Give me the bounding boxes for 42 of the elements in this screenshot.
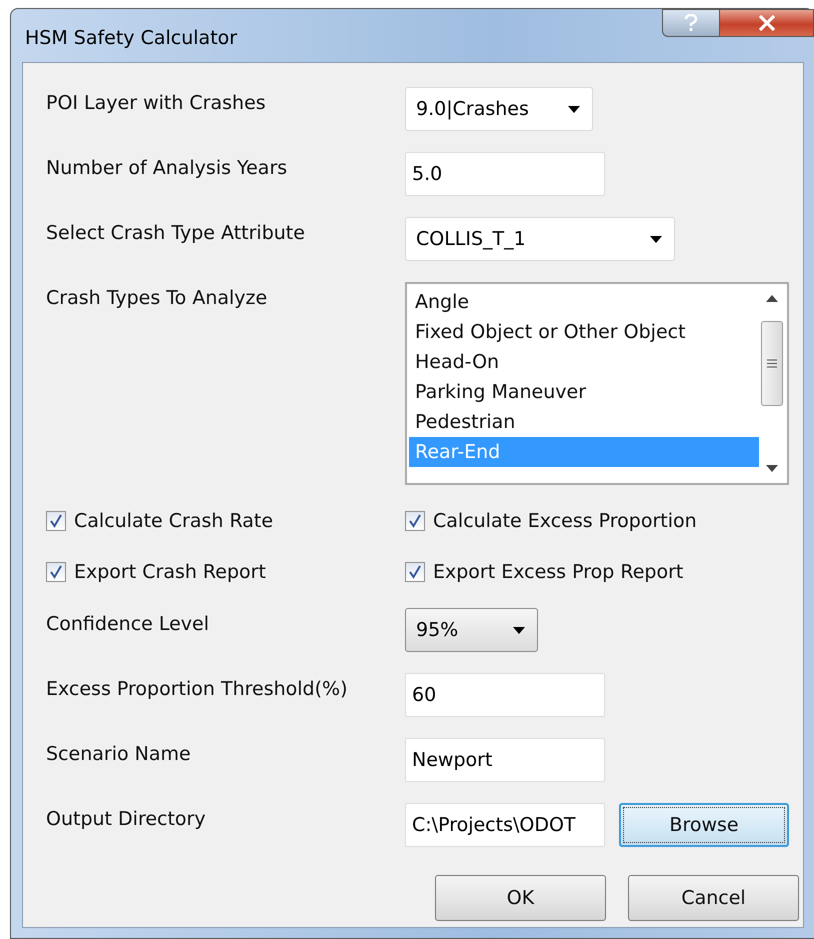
list-item[interactable]: Parking Maneuver <box>409 377 759 407</box>
field-label: Crash Types To Analyze <box>46 286 268 309</box>
list-item[interactable]: Pedestrian <box>409 407 759 437</box>
field-label: Excess Proportion Threshold(%) <box>46 677 348 700</box>
checkbox-option[interactable]: Calculate Crash Rate <box>46 506 405 536</box>
caret-icon <box>650 236 662 242</box>
field-label: Select Crash Type Attribute <box>46 221 306 244</box>
checkbox[interactable] <box>405 511 425 531</box>
dropdown[interactable]: 95% <box>405 608 538 652</box>
input-field[interactable]: 5.0 <box>405 152 605 196</box>
scroll-thumb[interactable] <box>761 321 783 406</box>
window-title: HSM Safety Calculator <box>24 26 238 48</box>
dialog-button[interactable]: OK <box>435 875 606 921</box>
scroll-up-icon[interactable] <box>766 295 778 302</box>
field-label: POI Layer with Crashes <box>46 91 267 114</box>
caret-icon <box>513 626 525 634</box>
browse-button[interactable]: Browse <box>619 803 789 847</box>
help-icon <box>684 14 698 32</box>
list-item[interactable]: Head-On <box>409 347 759 377</box>
dropdown[interactable]: 9.0|Crashes <box>405 87 593 131</box>
field-label: Scenario Name <box>46 742 192 765</box>
close-button[interactable] <box>720 9 814 37</box>
scroll-down-icon[interactable] <box>766 465 778 472</box>
checkbox-option[interactable]: Calculate Excess Proportion <box>405 506 697 536</box>
field-label: Confidence Level <box>46 612 210 635</box>
checkbox[interactable] <box>46 562 66 582</box>
list-item[interactable]: Fixed Object or Other Object <box>409 317 759 347</box>
input-field[interactable]: Newport <box>405 738 605 782</box>
checkbox-option[interactable]: Export Crash Report <box>46 557 405 587</box>
checkbox[interactable] <box>46 511 66 531</box>
list-item[interactable]: Angle <box>409 287 759 317</box>
input-field[interactable]: 60 <box>405 673 605 717</box>
input-field[interactable]: C:\Projects\ODOT <box>405 803 605 847</box>
dialog-button[interactable]: Cancel <box>628 875 799 921</box>
checkbox[interactable] <box>405 562 425 582</box>
field-label: Number of Analysis Years <box>46 156 288 179</box>
checkbox-option[interactable]: Export Excess Prop Report <box>405 557 684 587</box>
dropdown[interactable]: COLLIS_T_1 <box>405 217 675 261</box>
close-icon <box>758 15 776 31</box>
caret-icon <box>568 106 580 112</box>
field-label: Output Directory <box>46 807 207 830</box>
help-button[interactable] <box>662 9 720 37</box>
